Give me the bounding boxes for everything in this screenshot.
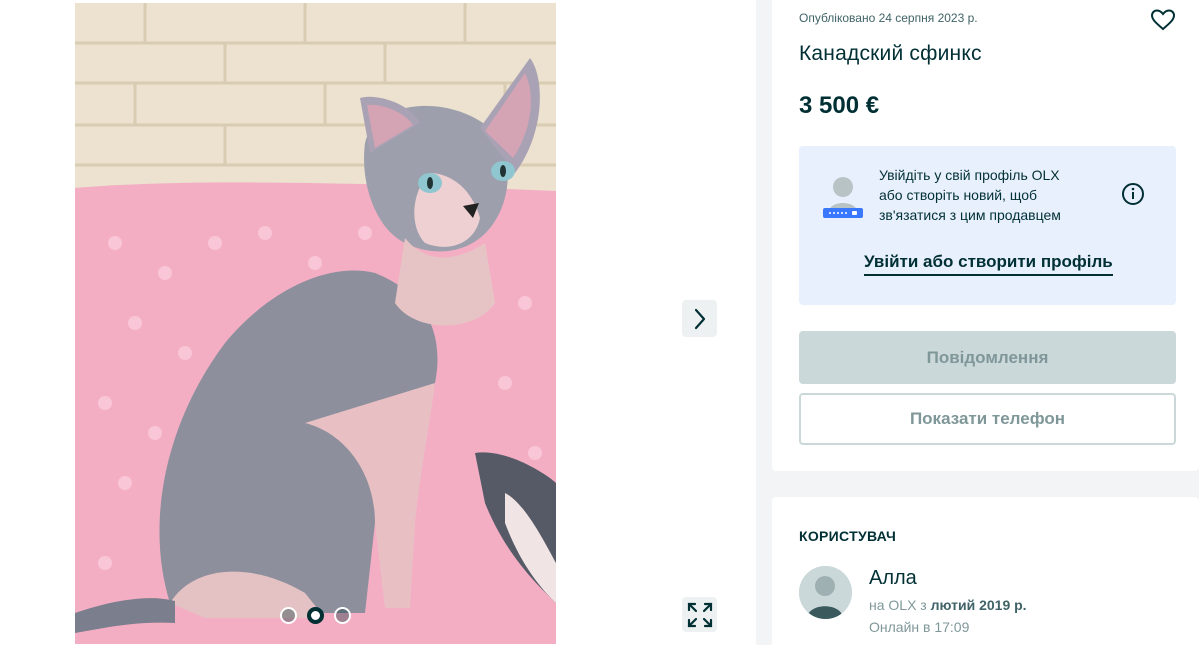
heart-icon xyxy=(1150,9,1176,31)
show-phone-button[interactable]: Показати телефон xyxy=(799,393,1176,445)
member-since-date: лютий 2019 р. xyxy=(930,597,1027,613)
seller-card: КОРИСТУВАЧ Алла на OLX з лютий 2019 р. О… xyxy=(772,497,1199,645)
listing-price: 3 500 € xyxy=(799,92,880,119)
favorite-button[interactable] xyxy=(1150,7,1176,33)
fullscreen-button[interactable] xyxy=(682,597,717,632)
next-photo-button[interactable] xyxy=(682,300,717,337)
member-since-prefix: на OLX з xyxy=(869,597,931,613)
slide-dot[interactable] xyxy=(334,607,351,624)
login-illustration-icon xyxy=(821,172,865,222)
login-prompt: Увійдіть у свій профіль OLX або створіть… xyxy=(799,146,1176,305)
published-date: Опубліковано 24 серпня 2023 р. xyxy=(799,11,978,25)
seller-member-since: на OLX з лютий 2019 р. xyxy=(869,597,1027,613)
message-button[interactable]: Повідомлення xyxy=(799,331,1176,384)
expand-icon xyxy=(687,602,712,627)
seller-heading: КОРИСТУВАЧ xyxy=(799,528,897,544)
slide-indicators xyxy=(280,607,351,624)
photo-gallery xyxy=(0,0,756,645)
listing-title: Канадский сфинкс xyxy=(799,42,982,65)
login-prompt-line: або створіть новий, щоб xyxy=(879,187,1037,203)
info-icon[interactable] xyxy=(1121,182,1145,206)
seller-last-online: Онлайн в 17:09 xyxy=(869,619,970,635)
chevron-right-icon xyxy=(694,308,705,329)
slide-dot[interactable] xyxy=(280,607,297,624)
login-or-register-link[interactable]: Увійти або створити профіль xyxy=(864,252,1113,276)
login-prompt-text: Увійдіть у свій профіль OLX або створіть… xyxy=(879,165,1099,225)
seller-name[interactable]: Алла xyxy=(869,567,917,590)
listing-card: Опубліковано 24 серпня 2023 р. Канадский… xyxy=(772,0,1199,471)
slide-dot-active[interactable] xyxy=(307,607,324,624)
avatar[interactable] xyxy=(799,566,852,619)
listing-photo[interactable] xyxy=(75,3,556,644)
login-prompt-line: Увійдіть у свій профіль OLX xyxy=(879,167,1060,183)
login-prompt-line: зв'язатися з цим продавцем xyxy=(879,207,1061,223)
